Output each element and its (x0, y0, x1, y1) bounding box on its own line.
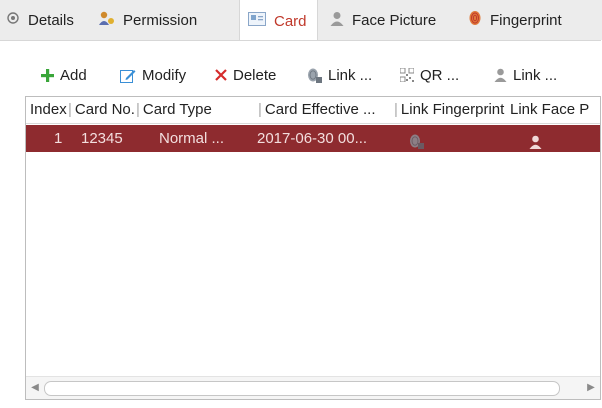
card-table: Index | Card No. | Card Type | Card Effecti… (25, 96, 601, 400)
modify-button[interactable]: Modify (120, 65, 186, 85)
link-fingerprint-button[interactable]: Link ... (307, 65, 372, 85)
card-icon (248, 12, 266, 30)
scroll-left-icon[interactable]: ◀ (26, 377, 44, 399)
delete-button-label: Delete (233, 66, 277, 84)
tab-permission-label: Permission (123, 11, 198, 29)
plus-icon (41, 68, 54, 82)
table-header: Index | Card No. | Card Type | Card Effecti… (26, 97, 600, 124)
delete-icon (215, 69, 227, 81)
column-header-link-fingerprint[interactable]: | Link Fingerprint (394, 97, 510, 123)
tab-fingerprint-label: Fingerprint (490, 11, 562, 29)
add-button[interactable]: Add (41, 65, 87, 85)
tab-card-label: Card (274, 12, 307, 30)
edit-icon (120, 68, 136, 83)
delete-button[interactable]: Delete (215, 65, 276, 85)
cell-card-effective: 2017-06-30 00... (257, 130, 368, 147)
column-header-card-type[interactable]: | Card Type (136, 97, 258, 123)
tab-fingerprint[interactable]: Fingerprint (468, 0, 562, 40)
scrollbar-thumb[interactable] (44, 381, 560, 396)
fingerprint-link-icon (307, 68, 322, 83)
horizontal-scrollbar[interactable]: ◀ ▶ (26, 376, 600, 399)
cell-card-type: Normal ... (159, 130, 225, 147)
permission-icon (98, 10, 115, 30)
card-panel: Add Modify Delete Link ... QR ... Link .… (0, 40, 601, 408)
tab-details-label: Details (28, 11, 74, 29)
link-fingerprint-label: Link ... (328, 66, 373, 84)
tab-details[interactable]: Details (6, 0, 74, 40)
column-header-link-face[interactable]: Link Face P (510, 97, 600, 123)
table-row[interactable]: 1 12345 Normal ... 2017-06-30 00... (26, 125, 600, 152)
person-icon (494, 68, 507, 82)
toolbar: Add Modify Delete Link ... QR ... Link .… (0, 41, 602, 93)
tab-card[interactable]: Card (239, 0, 318, 42)
column-header-card-no[interactable]: | Card No. (68, 97, 136, 123)
link-face-button[interactable]: Link ... (494, 65, 557, 85)
tab-bar: Details Permission Card Face Picture Fin… (0, 0, 602, 42)
add-button-label: Add (60, 66, 87, 84)
tab-face-picture-label: Face Picture (352, 11, 437, 29)
face-picture-icon (330, 11, 344, 30)
tab-permission[interactable]: Permission (98, 0, 197, 40)
cell-index: 1 (54, 130, 63, 147)
modify-button-label: Modify (142, 66, 187, 84)
fingerprint-link-icon (409, 131, 424, 149)
link-face-button-label: Link ... (513, 66, 558, 84)
scroll-right-icon[interactable]: ▶ (582, 377, 600, 399)
qr-code-icon (400, 68, 414, 82)
fingerprint-icon (468, 10, 482, 30)
tab-face-picture[interactable]: Face Picture (330, 0, 436, 40)
person-icon (529, 131, 542, 149)
cell-card-no: 12345 (81, 130, 123, 147)
qr-button-label: QR ... (420, 66, 460, 84)
qr-button[interactable]: QR ... (400, 65, 459, 85)
column-header-index[interactable]: Index (30, 97, 68, 123)
details-icon (6, 11, 20, 29)
column-header-card-effective[interactable]: | Card Effective ... (258, 97, 392, 123)
